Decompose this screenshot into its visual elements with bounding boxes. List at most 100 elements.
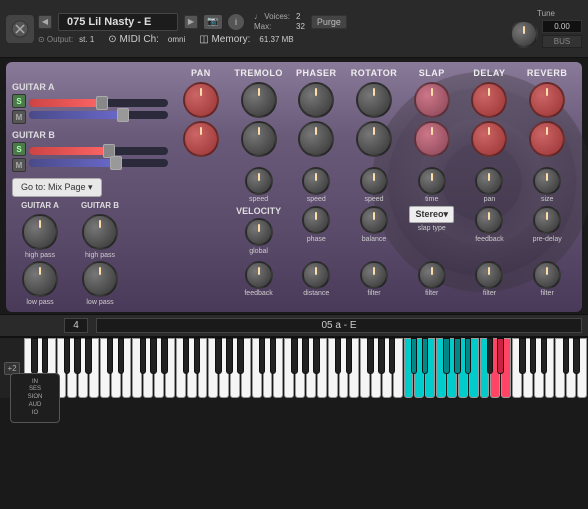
slap-filter-knob[interactable] [418, 261, 446, 289]
guitar-a-mute-btn[interactable]: M [12, 110, 26, 124]
tune-knob[interactable] [510, 20, 538, 48]
reverb-header: REVERB [518, 68, 576, 78]
guitar-b-solo-btn[interactable]: S [12, 142, 26, 156]
black-key[interactable] [150, 338, 157, 374]
guitar-b-vol-fader[interactable] [29, 159, 168, 167]
tremolo-guitar-a-knob[interactable] [241, 82, 277, 118]
delay-guitar-b-knob[interactable] [471, 121, 507, 157]
guitar-a-lowpass-knob[interactable] [22, 261, 58, 297]
black-key[interactable] [519, 338, 526, 374]
tremolo-feedback-knob[interactable] [245, 261, 273, 289]
black-key[interactable] [31, 338, 38, 374]
reverb-predelay-knob[interactable] [533, 206, 561, 234]
phaser-phase-knob[interactable] [302, 206, 330, 234]
black-key[interactable] [335, 338, 342, 374]
delay-pan-knob[interactable] [475, 167, 503, 195]
black-key[interactable] [107, 338, 114, 374]
rotator-balance-knob[interactable] [360, 206, 388, 234]
rotator-filter-knob[interactable] [360, 261, 388, 289]
memory-value: 61.37 MB [259, 35, 293, 44]
guitar-a-highpass-knob[interactable] [22, 214, 58, 250]
tremolo-guitar-b-knob[interactable] [241, 121, 277, 157]
black-key[interactable] [487, 338, 494, 374]
guitar-a-vol-fader[interactable] [29, 111, 168, 119]
black-key[interactable] [183, 338, 190, 374]
delay-guitar-a-knob[interactable] [471, 82, 507, 118]
reverb-size-knob[interactable] [533, 167, 561, 195]
delay-feedback-knob[interactable] [475, 206, 503, 234]
guitar-b-pan-fader[interactable] [29, 147, 168, 155]
bottom-bar: 4 05 a - E [0, 314, 588, 336]
phaser-distance-knob[interactable] [302, 261, 330, 289]
black-key[interactable] [422, 338, 429, 374]
black-key[interactable] [237, 338, 244, 374]
black-key[interactable] [194, 338, 201, 374]
info-btn[interactable]: i [228, 14, 244, 30]
delay-header: DELAY [461, 68, 519, 78]
black-key[interactable] [226, 338, 233, 374]
rotator-guitar-a-knob[interactable] [356, 82, 392, 118]
black-key[interactable] [563, 338, 570, 374]
reverb-guitar-b-knob[interactable] [529, 121, 565, 157]
mix-page-btn[interactable]: Go to: Mix Page ▾ [12, 178, 102, 197]
black-key[interactable] [291, 338, 298, 374]
phaser-speed-knob[interactable] [302, 167, 330, 195]
black-key[interactable] [378, 338, 385, 374]
guitar-b-highpass-knob[interactable] [82, 214, 118, 250]
black-key[interactable] [259, 338, 266, 374]
black-key[interactable] [411, 338, 418, 374]
black-key[interactable] [346, 338, 353, 374]
purge-btn[interactable]: Purge [311, 15, 347, 29]
black-key[interactable] [465, 338, 472, 374]
slap-time-knob[interactable] [418, 167, 446, 195]
guitar-b-lowpass-knob[interactable] [82, 261, 118, 297]
reverb-guitar-a-knob[interactable] [529, 82, 565, 118]
phaser-guitar-a-knob[interactable] [298, 82, 334, 118]
black-key[interactable] [118, 338, 125, 374]
prev-preset-btn[interactable]: ◀ [38, 15, 52, 29]
stereo-badge[interactable]: Stereo▾ [409, 206, 454, 223]
tremolo-speed-knob[interactable] [245, 167, 273, 195]
rotator-guitar-b-knob[interactable] [356, 121, 392, 157]
tremolo-header: TREMOLO [230, 68, 288, 78]
logo-icon [6, 15, 34, 43]
black-key[interactable] [42, 338, 49, 374]
black-key[interactable] [74, 338, 81, 374]
black-key[interactable] [64, 338, 71, 374]
guitar-a-pan-fader[interactable] [29, 99, 168, 107]
camera-btn[interactable]: 📷 [204, 15, 222, 29]
black-key[interactable] [215, 338, 222, 374]
black-key[interactable] [313, 338, 320, 374]
black-key[interactable] [497, 338, 504, 374]
black-key[interactable] [443, 338, 450, 374]
black-key[interactable] [530, 338, 537, 374]
black-key[interactable] [389, 338, 396, 374]
guitar-a-solo-btn[interactable]: S [12, 94, 26, 108]
black-key[interactable] [541, 338, 548, 374]
pan-guitar-b-knob[interactable] [183, 121, 219, 157]
piano-area: +2 [0, 336, 588, 398]
black-key[interactable] [270, 338, 277, 374]
slap-guitar-b-knob[interactable] [414, 121, 450, 157]
phaser-guitar-b-knob[interactable] [298, 121, 334, 157]
guitar-b-mute-btn[interactable]: M [12, 158, 26, 172]
black-key[interactable] [161, 338, 168, 374]
tremolo-feedback-label: feedback [244, 290, 272, 297]
black-key[interactable] [367, 338, 374, 374]
slap-guitar-a-knob[interactable] [414, 82, 450, 118]
black-key[interactable] [573, 338, 580, 374]
black-key[interactable] [454, 338, 461, 374]
velocity-knob[interactable] [245, 218, 273, 246]
black-key[interactable] [302, 338, 309, 374]
reverb-filter-knob[interactable] [533, 261, 561, 289]
bus-label: BUS [542, 35, 582, 48]
delay-filter-knob[interactable] [475, 261, 503, 289]
rotator-speed-knob[interactable] [360, 167, 388, 195]
next-preset-btn[interactable]: ▶ [184, 15, 198, 29]
pan-guitar-a-knob[interactable] [183, 82, 219, 118]
slap-filter-label: filter [425, 290, 438, 297]
page-number[interactable]: 4 [64, 318, 88, 333]
black-key[interactable] [140, 338, 147, 374]
delay-feedback-label: feedback [475, 236, 503, 243]
black-key[interactable] [85, 338, 92, 374]
